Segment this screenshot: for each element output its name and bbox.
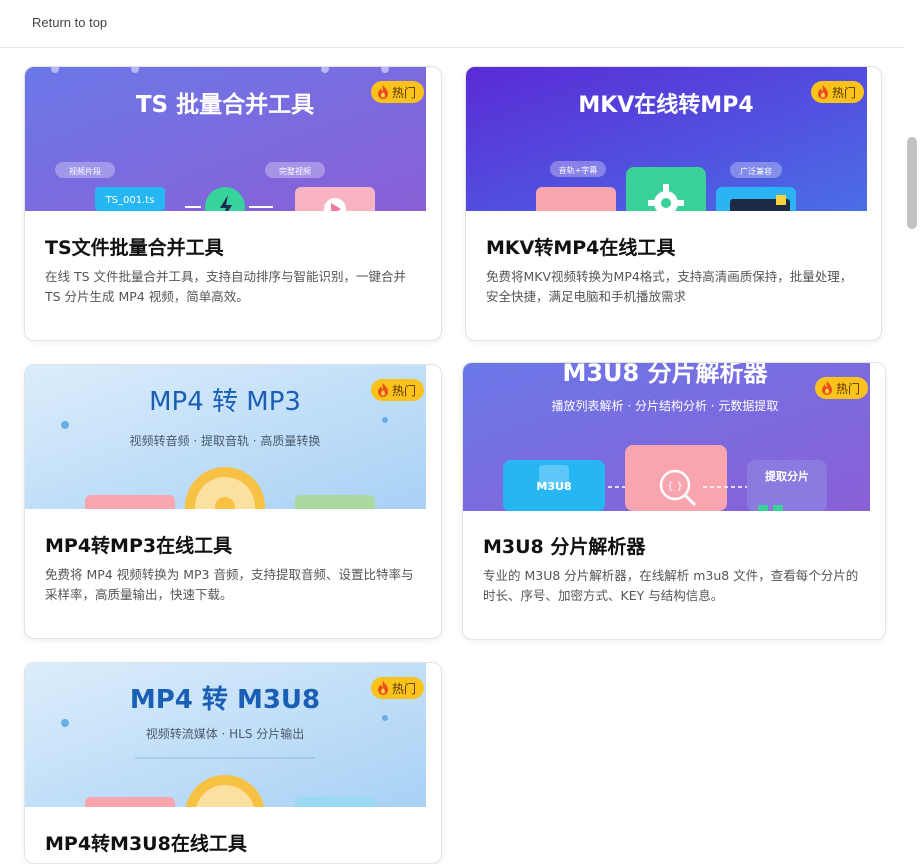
banner-chip-right: 广泛兼容 <box>740 166 772 176</box>
tool-card-mp4-to-m3u8[interactable]: MP4 转 M3U8 视频转流媒体 · HLS 分片输出 热门 MP4转M3U8… <box>24 662 442 864</box>
card-banner: M3U8 分片解析器 播放列表解析 · 分片结构分析 · 元数据提取 M3U8 … <box>463 363 870 511</box>
banner-chip-left: 视频片段 <box>69 166 101 176</box>
banner-title: TS 批量合并工具 <box>136 91 314 118</box>
hot-badge: 热门 <box>371 379 425 401</box>
banner-file-label: TS_001.ts <box>105 195 155 206</box>
banner-right-label: 提取分片 <box>765 469 809 483</box>
banner-subtitle: 视频转音频 · 提取音轨 · 高质量转换 <box>130 433 321 448</box>
hot-badge-label: 热门 <box>392 85 417 100</box>
card-banner: MP4 转 MP3 视频转音频 · 提取音轨 · 高质量转换 <box>25 365 426 509</box>
flame-icon <box>378 681 388 695</box>
card-title[interactable]: M3U8 分片解析器 <box>483 532 645 559</box>
hot-badge-label: 热门 <box>392 681 417 696</box>
hot-badge: 热门 <box>371 81 425 103</box>
hot-badge: 热门 <box>811 81 865 103</box>
flame-icon <box>378 383 388 397</box>
card-description: 免费将MKV视频转换为MP4格式，支持高清画质保持，批量处理，安全快捷，满足电脑… <box>486 269 853 304</box>
tool-card-mp4-to-mp3[interactable]: MP4 转 MP3 视频转音频 · 提取音轨 · 高质量转换 热门 MP4转MP… <box>24 364 442 639</box>
scrollbar-thumb[interactable] <box>907 137 917 229</box>
tool-card-mkv-to-mp4[interactable]: MKV在线转MP4 音轨+字幕 广泛兼容 热门 MKV转MP4在线工具 免费将M… <box>465 66 882 341</box>
tool-card-m3u8-parser[interactable]: M3U8 分片解析器 播放列表解析 · 分片结构分析 · 元数据提取 M3U8 … <box>462 362 886 640</box>
top-bar: Return to top <box>0 0 905 48</box>
flame-icon <box>378 85 388 99</box>
banner-file-label: M3U8 <box>536 480 571 493</box>
card-banner: MKV在线转MP4 音轨+字幕 广泛兼容 <box>466 67 867 211</box>
flame-icon <box>822 381 832 395</box>
banner-title: MP4 转 MP3 <box>149 387 301 417</box>
banner-title: MKV在线转MP4 <box>578 92 753 118</box>
scrollbar-track[interactable] <box>905 0 920 845</box>
hot-badge: 热门 <box>815 377 869 399</box>
card-title[interactable]: MKV转MP4在线工具 <box>486 233 675 260</box>
card-description: 在线 TS 文件批量合并工具，支持自动排序与智能识别，一键合并 TS 分片生成 … <box>45 269 407 304</box>
banner-title: MP4 转 M3U8 <box>130 685 320 715</box>
banner-title: M3U8 分片解析器 <box>562 363 768 387</box>
banner-subtitle: 播放列表解析 · 分片结构分析 · 元数据提取 <box>552 398 779 413</box>
flame-icon <box>818 85 828 99</box>
card-title[interactable]: MP4转M3U8在线工具 <box>45 829 247 856</box>
card-banner: TS 批量合并工具 视频片段 完整视频 TS_001.ts <box>25 67 426 211</box>
hot-badge: 热门 <box>371 677 425 699</box>
banner-chip-right: 完整视频 <box>279 166 311 176</box>
banner-center-glyph: { } <box>667 481 683 492</box>
hot-badge-label: 热门 <box>392 383 417 398</box>
card-title[interactable]: TS文件批量合并工具 <box>45 233 224 260</box>
card-title[interactable]: MP4转MP3在线工具 <box>45 531 232 558</box>
card-banner: MP4 转 M3U8 视频转流媒体 · HLS 分片输出 <box>25 663 426 807</box>
card-description: 专业的 M3U8 分片解析器，在线解析 m3u8 文件，查看每个分片的时长、序号… <box>483 568 859 603</box>
banner-chip-left: 音轨+字幕 <box>559 165 598 175</box>
hot-badge-label: 热门 <box>832 85 857 100</box>
return-to-top-link[interactable]: Return to top <box>32 15 107 30</box>
hot-badge-label: 热门 <box>836 381 861 396</box>
banner-subtitle: 视频转流媒体 · HLS 分片输出 <box>146 726 305 741</box>
tool-card-ts-merge[interactable]: TS 批量合并工具 视频片段 完整视频 TS_001.ts 热门 TS文件批量合… <box>24 66 442 341</box>
card-description: 免费将 MP4 视频转换为 MP3 音频，支持提取音频、设置比特率与采样率，高质… <box>45 567 414 602</box>
